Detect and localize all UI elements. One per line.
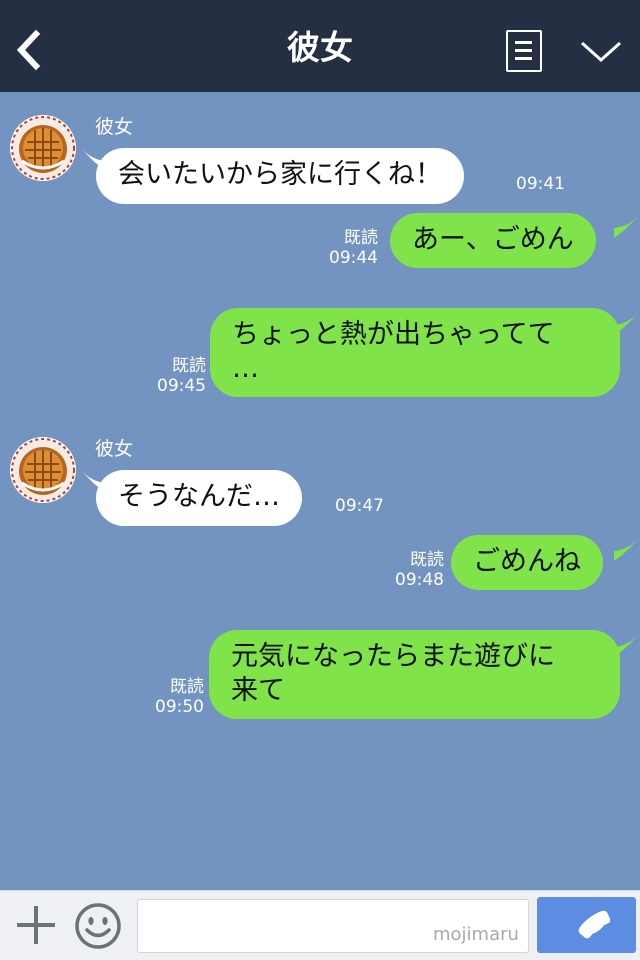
chevron-down-icon — [580, 41, 622, 63]
bubble-tail — [614, 539, 638, 561]
message-bubble[interactable]: ごめんね — [451, 535, 603, 590]
phone-icon — [578, 910, 611, 939]
avatar[interactable] — [10, 437, 76, 503]
chat-header: 彼女 — [0, 0, 640, 92]
smiley-icon — [75, 903, 121, 949]
message-text: … — [232, 353, 259, 384]
message-text: そうなんだ… — [118, 481, 280, 512]
read-label: 既読 — [170, 677, 204, 697]
message-bubble[interactable]: 会いたいから家に行くね！ — [96, 148, 464, 204]
input-bar: mojimaru — [0, 890, 640, 960]
read-receipt: 既読 09:50 — [146, 677, 204, 717]
message-time: 09:48 — [395, 570, 444, 590]
avatar[interactable] — [10, 115, 76, 181]
bubble-tail — [614, 313, 638, 335]
message-time: 09:45 — [157, 376, 206, 396]
pie-icon — [11, 438, 75, 502]
message-time: 09:41 — [516, 174, 565, 194]
message-list[interactable]: 彼女 会いたいから家に行くね！ 09:41 既読 09:44 あー、ごめん 既読… — [0, 92, 640, 890]
bubble-tail — [614, 635, 638, 657]
read-receipt: 既読 09:48 — [386, 550, 444, 590]
message-time: 09:47 — [335, 496, 384, 516]
read-label: 既読 — [344, 228, 378, 248]
message-text: 来て — [231, 675, 285, 706]
sender-name: 彼女 — [95, 438, 134, 460]
message-bubble[interactable]: ちょっと熱が出ちゃってて … — [210, 308, 620, 397]
message-text: 元気になったらまた遊びに — [231, 641, 555, 672]
read-receipt: 既読 09:44 — [326, 228, 378, 268]
message-time: 09:44 — [329, 248, 378, 268]
message-text: 会いたいから家に行くね！ — [118, 159, 442, 190]
watermark: mojimaru — [433, 924, 519, 945]
menu-button[interactable] — [578, 36, 624, 66]
message-bubble[interactable]: あー、ごめん — [390, 213, 596, 268]
add-button[interactable] — [14, 903, 58, 947]
message-text: ごめんね — [473, 546, 581, 577]
emoji-button[interactable] — [74, 902, 122, 950]
call-button[interactable] — [537, 897, 636, 953]
bubble-tail — [614, 216, 638, 238]
message-text: あー、ごめん — [412, 224, 574, 255]
read-label: 既読 — [172, 356, 206, 376]
message-bubble[interactable]: そうなんだ… — [96, 470, 302, 526]
message-text: ちょっと熱が出ちゃってて — [232, 319, 555, 350]
sender-name: 彼女 — [95, 116, 134, 138]
plus-icon — [17, 906, 55, 944]
read-label: 既読 — [410, 550, 444, 570]
chat-title: 彼女 — [287, 28, 353, 67]
read-receipt: 既読 09:45 — [146, 356, 206, 396]
memo-button[interactable] — [506, 30, 542, 72]
message-time: 09:50 — [155, 697, 204, 717]
pie-icon — [11, 116, 75, 180]
message-bubble[interactable]: 元気になったらまた遊びに 来て — [209, 630, 620, 719]
